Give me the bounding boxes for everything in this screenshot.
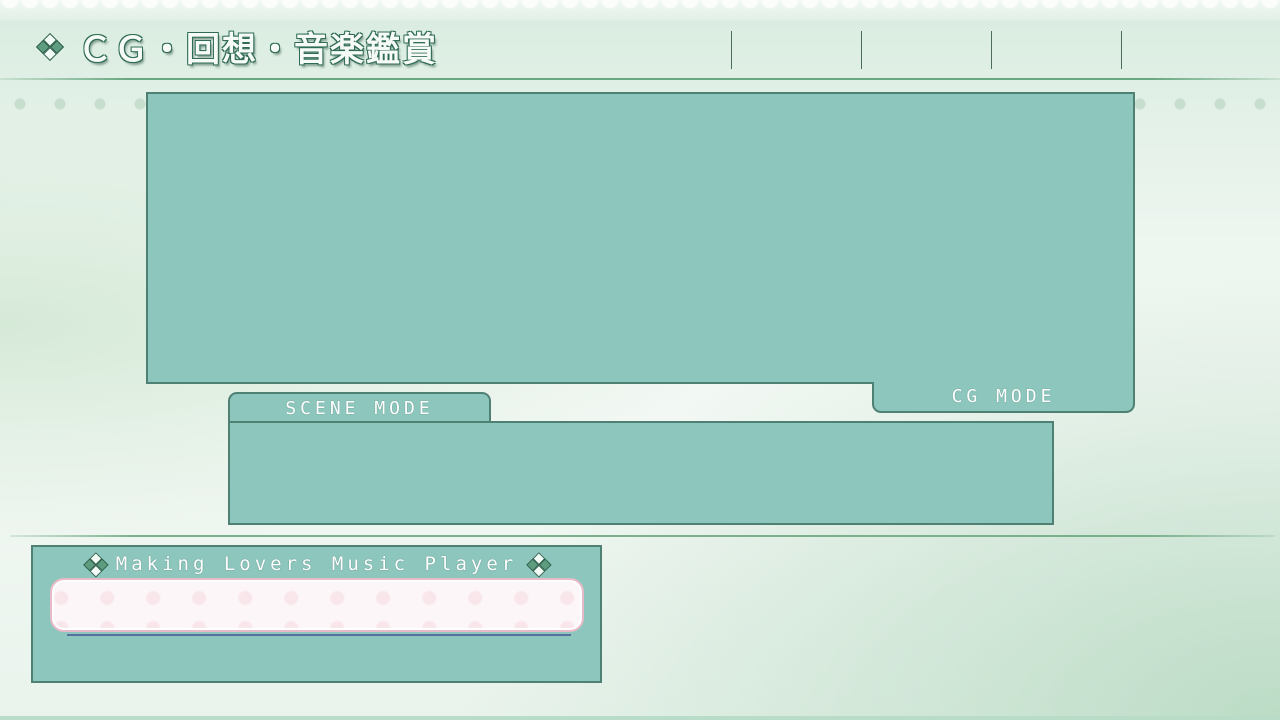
- diamond-icon: [35, 32, 65, 62]
- cg-mode-tab-label: CG MODE: [951, 386, 1056, 407]
- diamond-icon: [526, 552, 552, 578]
- header: ＣＧ・回想・音楽鑑賞: [35, 24, 438, 70]
- cg-mode-panel[interactable]: [146, 92, 1135, 384]
- section-divider: [10, 535, 1275, 537]
- scene-mode-tab-label: SCENE MODE: [285, 398, 434, 419]
- lace-border-decoration: [0, 0, 1280, 20]
- scene-mode-panel[interactable]: [228, 421, 1054, 525]
- nav-item-2[interactable]: [861, 31, 991, 69]
- nav-item-3[interactable]: [991, 31, 1121, 69]
- page-title: ＣＧ・回想・音楽鑑賞: [78, 29, 438, 70]
- diamond-icon: [83, 552, 109, 578]
- music-player: Making Lovers Music Player: [31, 545, 602, 683]
- nav-item-1[interactable]: [731, 31, 861, 69]
- scene-mode-tab[interactable]: SCENE MODE: [228, 392, 491, 423]
- header-divider: [0, 78, 1280, 80]
- track-progress-line: [67, 634, 571, 636]
- cg-mode-tab[interactable]: CG MODE: [872, 382, 1135, 413]
- nav-item-4[interactable]: [1121, 31, 1151, 69]
- track-display[interactable]: [50, 578, 584, 632]
- header-nav: [731, 31, 1151, 69]
- bottom-border: [0, 716, 1280, 720]
- music-player-title: Making Lovers Music Player: [115, 553, 518, 575]
- music-player-header: Making Lovers Music Player: [33, 551, 600, 578]
